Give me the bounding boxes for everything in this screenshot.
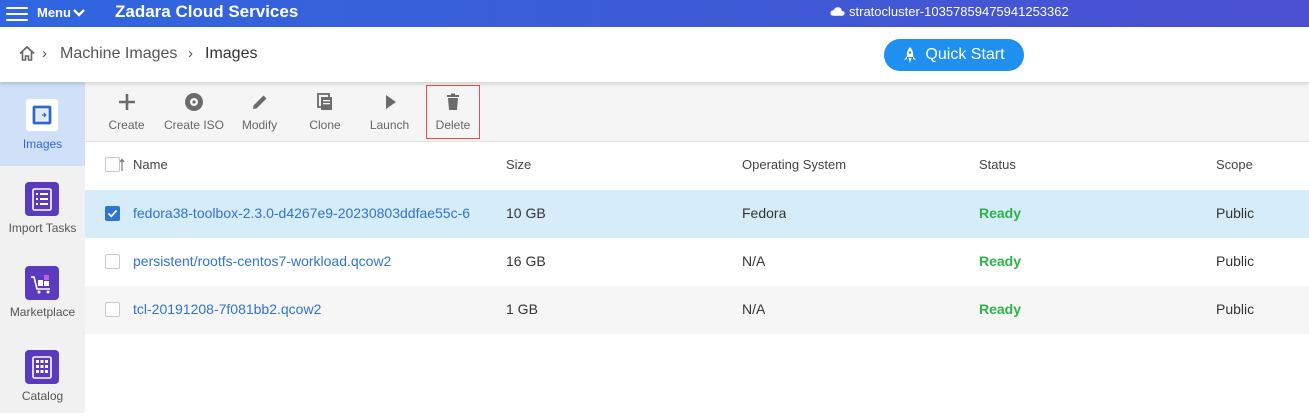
breadcrumb-images: Images (205, 45, 258, 62)
modify-label: Modify (241, 118, 278, 132)
modify-button[interactable]: Modify (237, 86, 282, 138)
sort-icon[interactable] (119, 158, 129, 172)
sidebar-item-marketplace[interactable]: Marketplace (0, 250, 85, 334)
column-header-size[interactable]: Size (506, 157, 531, 172)
delete-label: Delete (435, 118, 471, 132)
create-button[interactable]: Create (103, 86, 150, 138)
cloud-icon (830, 7, 845, 16)
quick-start-button[interactable]: Quick Start (884, 39, 1024, 71)
launch-label: Launch (369, 118, 410, 132)
action-toolbar: Create Create ISO Modify Clone Launch De… (85, 82, 1309, 142)
table-row[interactable]: fedora38-toolbox-2.3.0-d4267e9-20230803d… (85, 190, 1309, 238)
status-badge: Ready (979, 205, 1022, 221)
sidebar-item-label: Catalog (21, 389, 64, 403)
breadcrumb-separator-icon: › (188, 45, 193, 62)
image-name-link[interactable]: tcl-20191208-7f081bb2.qcow2 (133, 301, 498, 317)
create-iso-label: Create ISO (163, 118, 225, 132)
clone-label: Clone (309, 118, 341, 132)
image-os: N/A (742, 253, 766, 269)
quick-start-label: Quick Start (925, 46, 1005, 63)
table-row[interactable]: persistent/rootfs-centos7-workload.qcow2… (85, 238, 1309, 286)
checkmark-icon (107, 209, 118, 218)
home-icon[interactable] (19, 46, 35, 61)
image-name-link[interactable]: fedora38-toolbox-2.3.0-d4267e9-20230803d… (133, 205, 498, 221)
cluster-selector[interactable]: stratocluster-10357859475941253362 (830, 4, 1069, 19)
sidebar-item-label: Marketplace (9, 305, 76, 319)
play-icon (385, 95, 396, 109)
delete-button[interactable]: Delete (426, 85, 480, 139)
breadcrumb-bar: › Machine Images › Images Quick Start (0, 27, 1309, 82)
row-checkbox[interactable] (105, 206, 120, 221)
pencil-icon (252, 95, 266, 109)
image-size: 10 GB (506, 205, 546, 221)
rocket-icon (904, 46, 917, 63)
launch-button[interactable]: Launch (367, 86, 412, 138)
hamburger-menu-icon[interactable] (6, 4, 28, 22)
menu-button[interactable]: Menu (37, 5, 71, 20)
cluster-name: stratocluster-10357859475941253362 (849, 4, 1069, 19)
table-header: Name Size Operating System Status Scope (85, 142, 1309, 190)
create-label: Create (108, 118, 145, 132)
status-badge: Ready (979, 301, 1022, 317)
clone-button[interactable]: Clone (305, 86, 345, 138)
row-checkbox[interactable] (105, 302, 120, 317)
copy-icon (317, 93, 332, 110)
column-header-status[interactable]: Status (979, 157, 1016, 172)
column-header-name[interactable]: Name (133, 157, 168, 172)
import-tasks-icon (25, 182, 59, 216)
image-name-link[interactable]: persistent/rootfs-centos7-workload.qcow2 (133, 253, 498, 269)
plus-icon (118, 94, 135, 110)
disc-icon (185, 93, 203, 111)
left-sidebar: Images Import Tasks Marketplace Catalog (0, 82, 85, 413)
app-title: Zadara Cloud Services (115, 2, 299, 21)
row-checkbox[interactable] (105, 254, 120, 269)
table-row[interactable]: tcl-20191208-7f081bb2.qcow2 1 GB N/A Rea… (85, 286, 1309, 334)
sidebar-item-catalog[interactable]: Catalog (0, 334, 85, 418)
create-iso-button[interactable]: Create ISO (161, 86, 227, 138)
sidebar-item-label: Images (22, 137, 63, 151)
sidebar-item-images[interactable]: Images (0, 82, 85, 166)
status-badge: Ready (979, 253, 1022, 269)
image-size: 16 GB (506, 253, 546, 269)
top-header: Menu Zadara Cloud Services stratocluster… (0, 0, 1309, 27)
image-scope: Public (1216, 205, 1255, 221)
column-header-scope[interactable]: Scope (1216, 157, 1253, 172)
images-icon (25, 98, 59, 132)
column-header-os[interactable]: Operating System (742, 157, 846, 172)
sidebar-item-label: Import Tasks (8, 221, 77, 235)
image-os: Fedora (742, 205, 787, 221)
images-table: Name Size Operating System Status Scope … (85, 142, 1309, 334)
chevron-down-icon[interactable] (73, 8, 85, 18)
trash-icon (447, 93, 459, 110)
image-scope: Public (1216, 301, 1255, 317)
image-os: N/A (742, 301, 766, 317)
breadcrumb-separator-icon: › (42, 45, 47, 62)
image-scope: Public (1216, 253, 1255, 269)
marketplace-icon (25, 266, 59, 300)
breadcrumb-machine-images[interactable]: Machine Images (60, 45, 177, 63)
select-all-checkbox[interactable] (105, 157, 120, 172)
sidebar-item-import-tasks[interactable]: Import Tasks (0, 166, 85, 250)
image-size: 1 GB (506, 301, 538, 317)
catalog-icon (25, 350, 59, 384)
